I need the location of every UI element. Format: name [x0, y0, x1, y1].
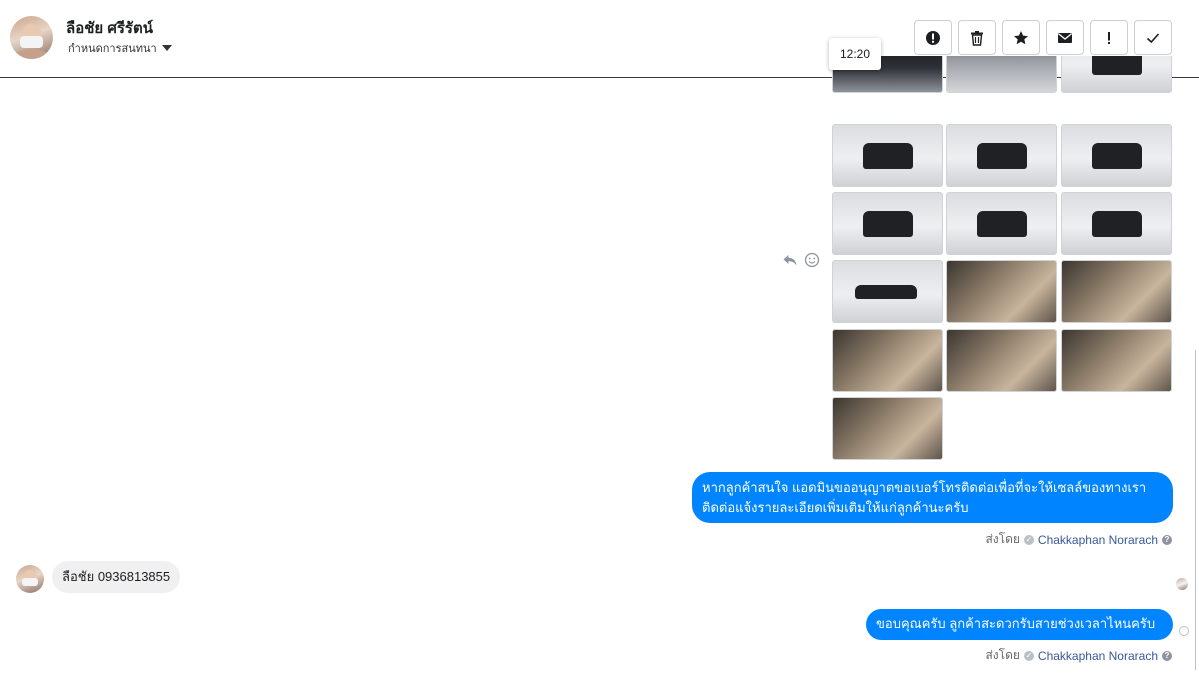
photo-thumbnail[interactable] — [832, 192, 943, 255]
alert-circle-icon — [926, 30, 940, 45]
message-line: หากลูกค้าสนใจ แอดมินขออนุญาตขอเบอร์โทรติ… — [702, 480, 1147, 495]
help-icon[interactable]: ? — [1162, 534, 1172, 545]
conversation-toolbar — [914, 20, 1172, 55]
photo-thumbnail[interactable] — [1061, 192, 1172, 255]
reply-icon[interactable] — [782, 252, 798, 268]
truck-shape — [1092, 56, 1142, 75]
incoming-message[interactable]: ลือชัย 0936813855 — [52, 561, 181, 593]
photo-thumbnail[interactable] — [1061, 124, 1172, 187]
delivered-icon — [1179, 626, 1189, 636]
photo-thumbnail[interactable] — [946, 124, 1057, 187]
star-icon — [1014, 30, 1028, 44]
follow-up-button[interactable] — [1090, 20, 1128, 55]
photo-thumbnail[interactable] — [832, 124, 943, 187]
photo-thumbnail[interactable] — [832, 260, 943, 323]
smiley-icon[interactable] — [804, 252, 820, 268]
verified-icon: ✓ — [1023, 534, 1034, 545]
photo-thumbnail[interactable] — [946, 192, 1057, 255]
trash-icon — [971, 30, 983, 46]
contact-avatar-small — [16, 565, 44, 593]
sent-by-label: ส่งโดย — [985, 532, 1020, 546]
message-actions — [782, 252, 820, 268]
mark-unread-button[interactable] — [1046, 20, 1084, 55]
truck-shape — [863, 143, 913, 169]
help-icon[interactable]: ? — [1162, 650, 1172, 661]
assign-conversation-dropdown[interactable]: กำหนดการสนทนา — [68, 39, 172, 57]
photo-thumbnail[interactable] — [946, 260, 1057, 323]
truck-shape — [863, 211, 913, 237]
truck-shape — [1092, 143, 1142, 169]
truck-shape — [977, 211, 1027, 237]
photo-thumbnail[interactable] — [1061, 56, 1172, 93]
seen-indicator-avatar — [1176, 578, 1188, 590]
verified-icon: ✓ — [1023, 650, 1034, 661]
photo-thumbnail[interactable] — [1061, 329, 1172, 392]
photo-thumbnail[interactable] — [832, 397, 943, 460]
check-icon — [1146, 32, 1160, 43]
message-line: ติดต่อแจ้งรายละเอียดเพิ่มเติมให้แก่ลูกค้… — [702, 500, 969, 515]
contact-avatar[interactable] — [10, 16, 53, 59]
truck-shape — [977, 143, 1027, 169]
sent-by-info: ส่งโดย ✓ Chakkaphan Norarach ? — [985, 530, 1172, 549]
delete-button[interactable] — [958, 20, 996, 55]
mark-done-button[interactable] — [1134, 20, 1172, 55]
photo-thumbnail[interactable] — [946, 329, 1057, 392]
caret-down-icon — [161, 45, 172, 51]
truck-shape — [855, 285, 917, 299]
photo-thumbnail[interactable] — [832, 329, 943, 392]
exclamation-icon — [1108, 31, 1110, 44]
agent-name-link[interactable]: Chakkaphan Norarach — [1038, 649, 1158, 663]
envelope-icon — [1058, 32, 1072, 43]
sent-by-info: ส่งโดย ✓ Chakkaphan Norarach ? — [985, 646, 1172, 665]
spam-button[interactable] — [914, 20, 952, 55]
truck-shape — [1092, 211, 1142, 237]
photo-gallery — [832, 56, 1173, 462]
scrollbar[interactable] — [1195, 350, 1196, 670]
star-button[interactable] — [1002, 20, 1040, 55]
photo-thumbnail[interactable] — [946, 56, 1057, 93]
timestamp-tooltip: 12:20 — [829, 38, 881, 70]
photo-thumbnail[interactable] — [1061, 260, 1172, 323]
outgoing-message[interactable]: หากลูกค้าสนใจ แอดมินขออนุญาตขอเบอร์โทรติ… — [692, 472, 1173, 523]
assign-label: กำหนดการสนทนา — [68, 43, 157, 55]
contact-name[interactable]: ลือชัย ศรีรัตน์ — [66, 16, 153, 40]
sent-by-label: ส่งโดย — [985, 648, 1020, 662]
outgoing-message[interactable]: ขอบคุณครับ ลูกค้าสะดวกรับสายช่วงเวลาไหนค… — [866, 609, 1173, 640]
agent-name-link[interactable]: Chakkaphan Norarach — [1038, 533, 1158, 547]
